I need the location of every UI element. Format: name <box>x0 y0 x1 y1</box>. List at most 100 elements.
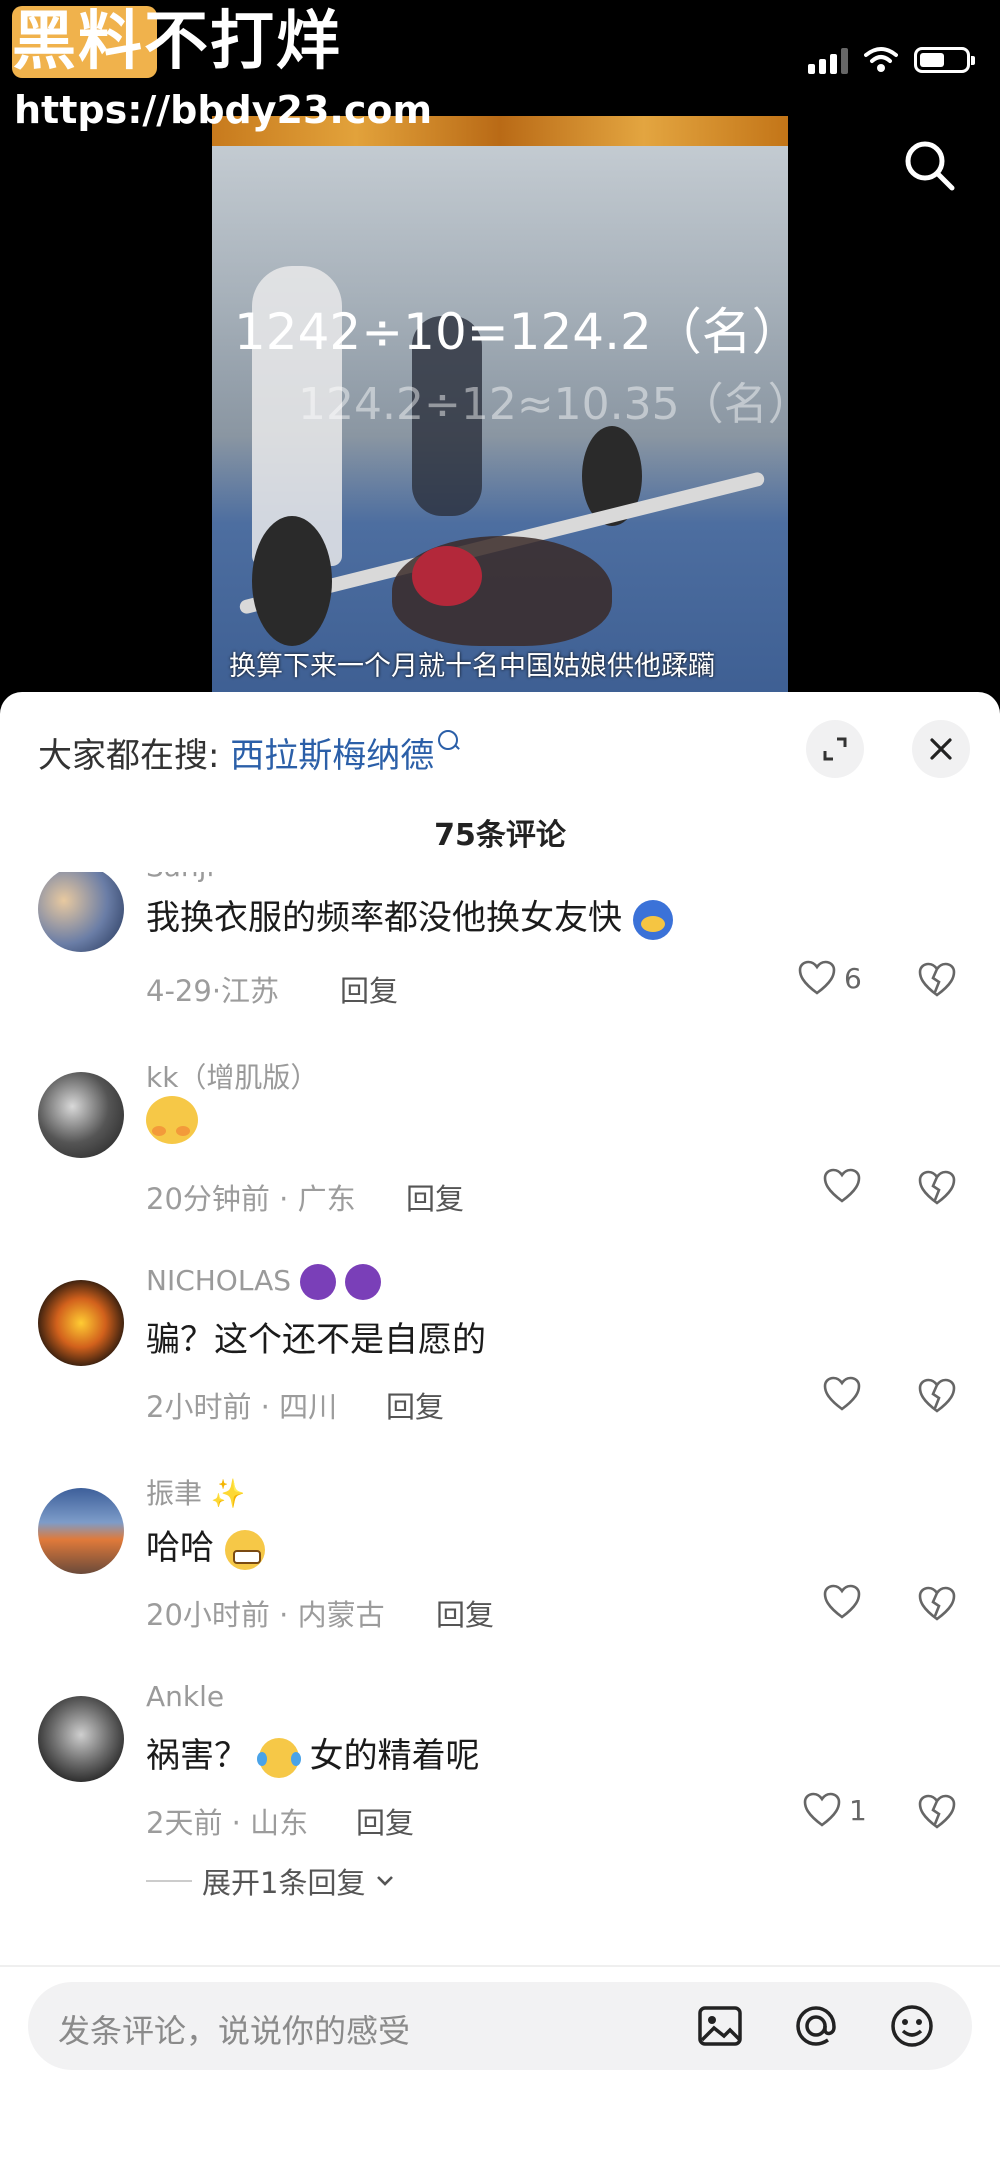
comment-meta: 2小时前 · 四川 <box>146 1390 338 1424</box>
heart-icon <box>803 1792 841 1827</box>
sweat-emoji-icon <box>632 899 673 940</box>
broken-heart-icon[interactable] <box>918 1794 956 1830</box>
broken-heart-icon[interactable] <box>918 1586 956 1622</box>
avatar[interactable] <box>38 1280 124 1366</box>
reply-button[interactable]: 回复 <box>340 968 398 1010</box>
comment-text-body: 我换衣服的频率都没他换女友快 <box>146 898 622 938</box>
like-button[interactable] <box>823 1584 861 1620</box>
close-icon <box>930 738 952 760</box>
avatar[interactable] <box>38 1072 124 1158</box>
heart-icon <box>823 1376 861 1411</box>
like-button[interactable]: 6 <box>798 960 862 996</box>
comment-count: 75条评论 <box>434 818 566 853</box>
expand-replies-button[interactable]: 展开1条回复 <box>146 1860 395 1902</box>
comment-item: kk（增肌版） 20分钟前 · 广东 回复 <box>0 1050 1000 1250</box>
comment-username-text: NICHOLAS <box>146 1264 292 1297</box>
reply-button[interactable]: 回复 <box>356 1800 414 1842</box>
reply-button[interactable]: 回复 <box>436 1592 494 1634</box>
comment-text <box>146 1096 198 1144</box>
battery-icon <box>914 47 975 73</box>
chevron-down-icon <box>377 1876 394 1886</box>
comment-location: 广东 <box>297 1182 356 1216</box>
comment-text-part: 女的精着呢 <box>309 1736 480 1776</box>
trending-label: 大家都在搜: <box>38 736 220 776</box>
sparkles-icon: ✨ <box>210 1477 246 1510</box>
comment-location: 山东 <box>250 1806 309 1840</box>
comment-input-placeholder: 发条评论，说说你的感受 <box>58 2012 411 2050</box>
expand-line <box>146 1880 192 1882</box>
like-count: 6 <box>844 961 862 995</box>
comment-time: 2天前 <box>146 1806 223 1840</box>
comment-username[interactable]: Sanji <box>146 872 214 883</box>
image-icon[interactable] <box>694 2000 746 2052</box>
at-mention-icon[interactable] <box>790 2000 842 2052</box>
comment-time: 4-29 <box>146 974 212 1008</box>
like-button[interactable] <box>823 1376 861 1412</box>
comment-input[interactable]: 发条评论，说说你的感受 <box>28 1982 972 2070</box>
comment-meta: 20分钟前 · 广东 <box>146 1182 356 1216</box>
video-player[interactable]: 1242÷10=124.2（名） 124.2÷12≈10.35（名） 换算下来一… <box>212 116 788 698</box>
like-button[interactable] <box>823 1168 861 1204</box>
video-overlay-formula-faded: 124.2÷12≈10.35（名） <box>298 379 788 430</box>
comment-location: 江苏 <box>221 974 280 1008</box>
expand-replies-label: 展开1条回复 <box>202 1866 366 1900</box>
watermark-url: https://bbdy23.com <box>14 88 433 132</box>
search-icon[interactable] <box>900 136 960 196</box>
video-caption: 换算下来一个月就十名中国姑娘供他蹂躏 <box>229 651 715 682</box>
grin-emoji-icon <box>224 1529 265 1570</box>
broken-heart-icon[interactable] <box>918 962 956 998</box>
divider <box>0 1965 1000 1967</box>
comment-sheet: 大家都在搜: 西拉斯梅纳德 75条评论 Sanji 我换衣服的频率都没他换女友快… <box>0 692 1000 2163</box>
comment-username[interactable]: 振聿 ✨ <box>146 1472 246 1512</box>
close-button[interactable] <box>912 720 970 778</box>
comment-username[interactable]: Ankle <box>146 1680 224 1713</box>
comment-text: 我换衣服的频率都没他换女友快 <box>146 890 673 940</box>
comment-meta: 20小时前 · 内蒙古 <box>146 1598 385 1632</box>
watermark-title: 黑料不打烊 <box>12 5 342 79</box>
devil-emoji-icon <box>299 1264 336 1300</box>
comment-username[interactable]: NICHOLAS <box>146 1264 381 1300</box>
comment-location: 四川 <box>279 1390 338 1424</box>
comment-time: 20分钟前 <box>146 1182 270 1216</box>
comment-item: NICHOLAS 骗？这个还不是自愿的 2小时前 · 四川 回复 <box>0 1258 1000 1458</box>
reply-button[interactable]: 回复 <box>406 1176 464 1218</box>
comment-meta: 4-29·江苏 <box>146 974 280 1008</box>
emoji-icon[interactable] <box>886 2000 938 2052</box>
expand-button[interactable] <box>806 720 864 778</box>
avatar[interactable] <box>38 872 124 952</box>
comment-text-part: 祸害？ <box>146 1736 248 1776</box>
trending-keyword[interactable]: 西拉斯梅纳德 <box>230 736 434 776</box>
broken-heart-icon[interactable] <box>918 1170 956 1206</box>
search-small-icon <box>438 730 459 750</box>
avatar[interactable] <box>38 1696 124 1782</box>
expand-icon <box>823 737 847 761</box>
comment-text: 哈哈 <box>146 1520 265 1570</box>
comment-item: Ankle 祸害？ 女的精着呢 2天前 · 山东 回复 1 展开1条回复 <box>0 1674 1000 1934</box>
wifi-icon <box>864 47 898 72</box>
tears-of-joy-emoji-icon <box>256 1737 301 1778</box>
like-button[interactable]: 1 <box>803 1792 867 1828</box>
avatar[interactable] <box>38 1488 124 1574</box>
heart-icon <box>823 1168 861 1203</box>
comment-text: 骗？这个还不是自愿的 <box>146 1320 486 1360</box>
comment-time: 20小时前 <box>146 1598 270 1632</box>
comment-username[interactable]: kk（增肌版） <box>146 1056 318 1096</box>
reply-button[interactable]: 回复 <box>386 1384 444 1426</box>
broken-heart-icon[interactable] <box>918 1378 956 1414</box>
like-count: 1 <box>849 1793 867 1827</box>
video-area: 1242÷10=124.2（名） 124.2÷12≈10.35（名） 换算下来一… <box>0 0 1000 700</box>
comment-location: 内蒙古 <box>297 1598 385 1632</box>
comment-meta: 2天前 · 山东 <box>146 1806 309 1840</box>
comment-list[interactable]: Sanji 我换衣服的频率都没他换女友快 4-29·江苏 回复 6 kk（增肌版… <box>0 872 1000 2027</box>
heart-icon <box>798 960 836 995</box>
video-overlay-formula: 1242÷10=124.2（名） <box>234 303 788 361</box>
comment-item: Sanji 我换衣服的频率都没他换女友快 4-29·江苏 回复 6 <box>0 872 1000 1042</box>
devil-emoji-icon <box>344 1264 381 1300</box>
status-bar <box>808 42 975 78</box>
hug-emoji-icon <box>146 1096 198 1144</box>
comment-item: 振聿 ✨ 哈哈 20小时前 · 内蒙古 回复 <box>0 1466 1000 1666</box>
comment-text-body: 哈哈 <box>146 1528 214 1568</box>
heart-icon <box>823 1584 861 1619</box>
comment-username-text: 振聿 <box>146 1477 203 1510</box>
trending-search[interactable]: 大家都在搜: 西拉斯梅纳德 <box>38 728 459 777</box>
